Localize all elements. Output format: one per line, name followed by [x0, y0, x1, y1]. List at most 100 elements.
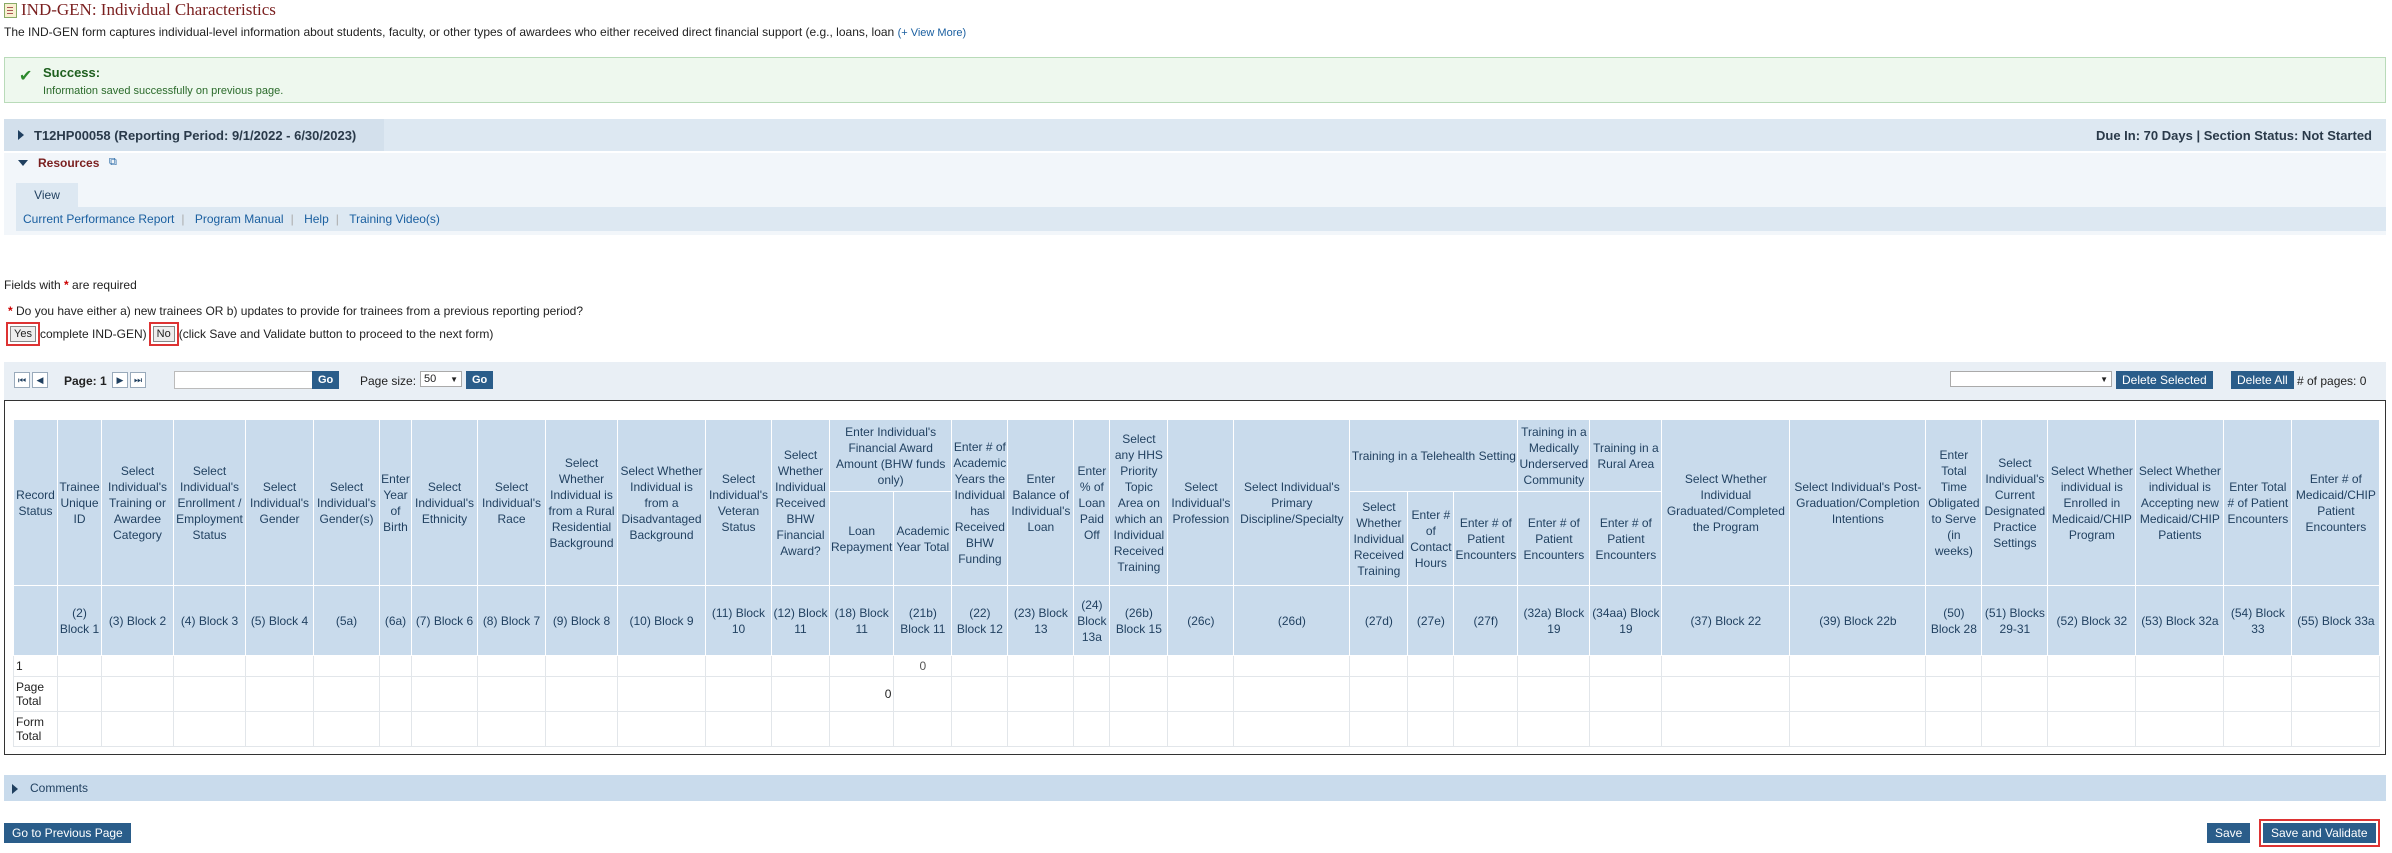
table-cell[interactable] — [57, 655, 102, 677]
table-cell[interactable] — [1589, 655, 1663, 677]
table-cell[interactable] — [1007, 655, 1075, 677]
external-link-icon[interactable]: ⧉ — [109, 156, 117, 169]
link-help[interactable]: Help — [297, 212, 336, 226]
prev-page-icon[interactable]: ◀ — [32, 372, 48, 388]
yes-button[interactable]: Yes — [6, 322, 40, 346]
table-cell[interactable] — [477, 655, 546, 677]
table-cell[interactable] — [1789, 655, 1927, 677]
total-cell — [2291, 711, 2381, 747]
last-page-icon[interactable]: ⏭ — [130, 372, 146, 388]
total-cell — [951, 711, 1009, 747]
table-row[interactable]: 10 — [13, 655, 2381, 677]
table-cell[interactable] — [1233, 655, 1351, 677]
table-cell[interactable] — [828, 655, 895, 677]
total-cell — [617, 676, 706, 712]
table-cell[interactable] — [1981, 655, 2049, 677]
total-cell — [245, 711, 314, 747]
column-code: (8) Block 7 — [477, 585, 546, 656]
go-button[interactable]: Go — [312, 371, 340, 389]
total-cell — [545, 711, 618, 747]
column-header: Select Individual's Gender(s) — [313, 419, 380, 586]
go-to-previous-page-button[interactable]: Go to Previous Page — [4, 823, 131, 843]
expand-arrow-icon[interactable] — [12, 784, 18, 794]
save-button[interactable]: Save — [2207, 823, 2251, 843]
view-more-link[interactable]: (+ View More) — [898, 27, 967, 39]
total-cell — [1925, 711, 1983, 747]
action-select[interactable]: ▼ — [1950, 371, 2112, 387]
table-cell[interactable] — [1349, 655, 1409, 677]
grant-header[interactable]: T12HP00058 (Reporting Period: 9/1/2022 -… — [4, 119, 2386, 151]
total-cell — [1453, 711, 1519, 747]
column-code: (4) Block 3 — [173, 585, 246, 656]
comments-panel[interactable]: Comments — [4, 775, 2386, 801]
no-button[interactable]: No — [148, 322, 179, 346]
table-cell[interactable] — [101, 655, 174, 677]
table-cell[interactable] — [2223, 655, 2293, 677]
column-header: Enter Balance of Individual's Loan — [1007, 419, 1075, 586]
table-cell[interactable] — [617, 655, 706, 677]
total-cell — [101, 711, 174, 747]
table-cell[interactable] — [245, 655, 314, 677]
link-training-videos[interactable]: Training Video(s) — [342, 212, 447, 226]
total-cell — [893, 711, 953, 747]
total-cell — [1073, 711, 1111, 747]
column-header: Select Individual's Training or Awardee … — [101, 419, 174, 586]
individual-table: Record Status Trainee Unique ID Select Ind… — [13, 419, 2381, 747]
table-cell[interactable] — [379, 655, 412, 677]
tab-view[interactable]: View — [16, 183, 78, 207]
collapse-arrow-icon[interactable] — [18, 160, 28, 166]
next-page-icon[interactable]: ▶ — [112, 372, 128, 388]
table-cell[interactable] — [705, 655, 772, 677]
total-cell — [1007, 676, 1075, 712]
column-header: Enter # of Academic Years the Individual… — [951, 419, 1009, 586]
table-cell[interactable] — [2291, 655, 2381, 677]
column-header: Select Individual's Veteran Status — [705, 419, 772, 586]
table-cell[interactable] — [313, 655, 380, 677]
total-cell — [2223, 711, 2293, 747]
table-cell[interactable] — [1109, 655, 1169, 677]
expand-arrow-icon[interactable] — [18, 130, 24, 140]
total-cell — [101, 676, 174, 712]
comments-title: Comments — [30, 781, 89, 795]
resources-links: Current Performance Report | Program Manu… — [16, 207, 2386, 231]
total-cell — [1981, 676, 2049, 712]
form-total-row: Form Total — [13, 711, 2381, 747]
column-header: Select Whether individual is Accepting n… — [2135, 419, 2225, 586]
table-cell[interactable] — [1073, 655, 1111, 677]
column-header: Enter # of Patient Encounters — [1453, 491, 1519, 586]
total-cell — [1167, 711, 1235, 747]
table-cell[interactable] — [411, 655, 478, 677]
table-cell[interactable] — [771, 655, 830, 677]
page-size-select[interactable]: 50 ▼ — [420, 371, 462, 387]
delete-selected-button[interactable]: Delete Selected — [2116, 371, 2213, 389]
column-header: Enter Total Time Obligated to Serve (in … — [1925, 419, 1983, 586]
link-current-performance-report[interactable]: Current Performance Report — [16, 212, 181, 226]
table-cell[interactable] — [1407, 655, 1455, 677]
save-and-validate-button[interactable]: Save and Validate — [2259, 819, 2380, 847]
link-program-manual[interactable]: Program Manual — [188, 212, 291, 226]
column-header: Select Individual's Current Designated P… — [1981, 419, 2049, 586]
table-cell[interactable] — [1925, 655, 1983, 677]
table-cell[interactable] — [1661, 655, 1791, 677]
page-size-go-button[interactable]: Go — [466, 371, 494, 389]
resources-title[interactable]: Resources — [38, 156, 99, 170]
page-number-input[interactable] — [174, 371, 314, 389]
column-code: (12) Block 11 — [771, 585, 830, 656]
delete-all-button[interactable]: Delete All — [2231, 371, 2294, 389]
column-header: Select Whether Individual Received BHW F… — [771, 419, 830, 586]
table-cell[interactable] — [1453, 655, 1519, 677]
table-cell[interactable] — [173, 655, 246, 677]
table-cell[interactable] — [545, 655, 618, 677]
column-header: Select Whether Individual is from a Rura… — [545, 419, 618, 586]
table-cell[interactable] — [1517, 655, 1591, 677]
table-cell[interactable]: 0 — [893, 655, 953, 677]
table-cell[interactable] — [2135, 655, 2225, 677]
total-cell — [477, 676, 546, 712]
total-cell — [2135, 676, 2225, 712]
table-cell[interactable] — [1167, 655, 1235, 677]
success-title: Success: — [43, 65, 101, 80]
column-code — [13, 585, 58, 656]
table-cell[interactable] — [951, 655, 1009, 677]
first-page-icon[interactable]: ⏮ — [14, 372, 30, 388]
table-cell[interactable] — [2047, 655, 2137, 677]
